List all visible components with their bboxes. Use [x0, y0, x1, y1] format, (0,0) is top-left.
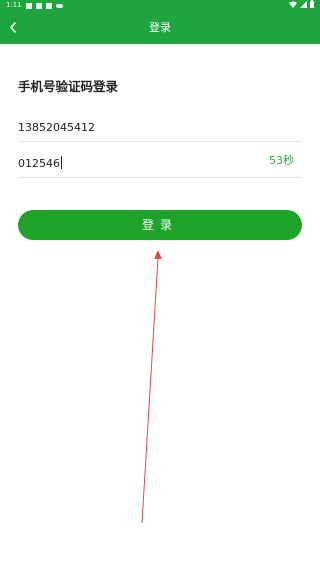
status-time: 1:11	[6, 1, 22, 9]
signal-icon	[300, 0, 307, 8]
wifi-icon	[289, 1, 297, 8]
status-right	[289, 0, 314, 8]
app-bar: 登录	[0, 11, 320, 44]
login-button[interactable]: 登录	[18, 210, 302, 240]
login-screen: 1:11 登录 手机号验证码登录 13852045412 012546 53秒 …	[0, 0, 320, 568]
annotation-arrow-head	[154, 250, 162, 259]
cloud-icon	[55, 3, 63, 8]
annotation-arrow-line	[141, 257, 159, 524]
resend-countdown: 53秒	[269, 154, 294, 167]
text-caret	[61, 156, 62, 169]
app-title: 登录	[149, 21, 171, 34]
code-field-value: 012546	[18, 157, 60, 170]
verification-code-field[interactable]: 012546 53秒	[18, 147, 302, 178]
battery-icon	[310, 0, 314, 8]
phone-field[interactable]: 13852045412	[18, 112, 302, 142]
status-bar: 1:11	[0, 0, 320, 11]
download-icon	[35, 2, 42, 9]
code-field-value-wrap: 012546	[18, 156, 62, 170]
status-left: 1:11	[6, 0, 63, 11]
notification-icon	[45, 2, 52, 9]
page-heading: 手机号验证码登录	[18, 79, 119, 94]
image-icon	[25, 2, 32, 9]
phone-field-value: 13852045412	[18, 121, 95, 134]
